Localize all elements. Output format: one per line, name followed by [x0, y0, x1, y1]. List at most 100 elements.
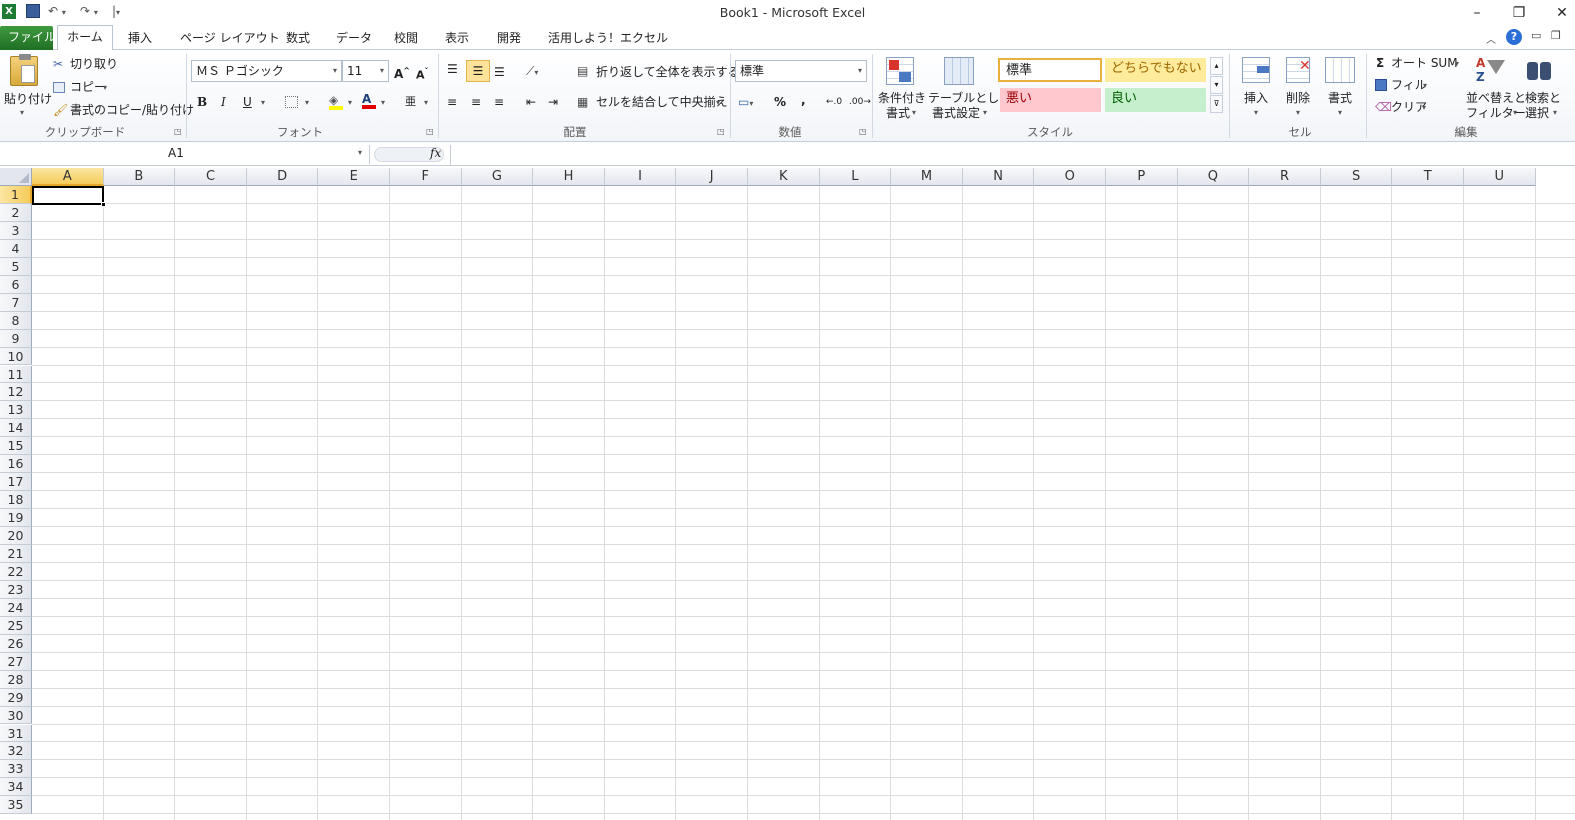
underline-button[interactable]: U	[243, 94, 252, 110]
find-select-button-line2[interactable]: 選択	[1525, 105, 1549, 121]
worksheet-grid[interactable]	[0, 168, 1575, 820]
autosum-button[interactable]: オート SUM	[1391, 55, 1458, 71]
row-header-5[interactable]: 5	[0, 257, 32, 276]
insert-cells-icon[interactable]	[1242, 57, 1270, 83]
conditional-format-button-line2[interactable]: 書式	[886, 105, 910, 121]
currency-icon[interactable]: ▭▾	[738, 94, 753, 112]
wrap-text-icon[interactable]: ▤	[577, 63, 588, 79]
row-header-26[interactable]: 26	[0, 634, 32, 653]
font-color-icon[interactable]: A	[362, 91, 376, 109]
font-launcher-icon[interactable]: ◳	[426, 127, 434, 136]
increase-indent-icon[interactable]: ⇥	[548, 94, 558, 110]
formula-input[interactable]	[450, 145, 1575, 165]
align-center-icon[interactable]: ≡	[471, 94, 481, 110]
row-header-11[interactable]: 11	[0, 365, 32, 384]
row-header-25[interactable]: 25	[0, 616, 32, 635]
tab-insert[interactable]: 挿入	[120, 27, 160, 50]
tab-data[interactable]: データ	[328, 27, 380, 50]
row-header-2[interactable]: 2	[0, 203, 32, 222]
workbook-minimize-icon[interactable]: ▭	[1531, 29, 1541, 42]
insert-cells-dropdown-icon[interactable]: ▾	[1254, 108, 1258, 117]
row-header-33[interactable]: 33	[0, 760, 32, 779]
column-header-l[interactable]: L	[819, 168, 892, 186]
find-select-dropdown-icon[interactable]: ▾	[1553, 108, 1557, 117]
percent-button[interactable]: %	[774, 94, 786, 110]
increase-decimal-icon[interactable]: ←.0	[826, 94, 842, 110]
row-header-32[interactable]: 32	[0, 742, 32, 761]
row-header-23[interactable]: 23	[0, 580, 32, 599]
fill-dropdown-icon[interactable]: ▾	[1423, 81, 1427, 90]
styles-more-icon[interactable]: ⊽	[1210, 95, 1223, 113]
row-header-1[interactable]: 1	[0, 186, 32, 204]
conditional-format-button[interactable]: 条件付き	[878, 90, 926, 106]
row-header-21[interactable]: 21	[0, 545, 32, 563]
style-neutral[interactable]: どちらでもない	[1105, 58, 1206, 82]
row-header-16[interactable]: 16	[0, 455, 32, 474]
wrap-text-button[interactable]: 折り返して全体を表示する	[596, 64, 740, 80]
fill-button[interactable]: フィル	[1391, 77, 1427, 93]
cut-button[interactable]: 切り取り	[70, 56, 118, 72]
row-header-31[interactable]: 31	[0, 724, 32, 743]
number-launcher-icon[interactable]: ◳	[859, 127, 867, 136]
column-header-g[interactable]: G	[461, 168, 534, 186]
fill-color-dropdown-icon[interactable]: ▾	[348, 98, 352, 107]
style-normal[interactable]: 標準	[998, 58, 1102, 82]
font-name-combo[interactable]: ＭＳ Ｐゴシック ▾	[191, 60, 342, 82]
column-header-k[interactable]: K	[748, 168, 820, 186]
paste-dropdown-icon[interactable]: ▾	[20, 108, 24, 117]
row-header-6[interactable]: 6	[0, 275, 32, 294]
styles-scroll-up-icon[interactable]: ▴	[1210, 57, 1223, 75]
delete-cells-dropdown-icon[interactable]: ▾	[1296, 108, 1300, 117]
column-header-a[interactable]: A	[32, 168, 104, 186]
format-as-table-button[interactable]: テーブルとして	[928, 90, 1011, 106]
merge-dropdown-icon[interactable]: ▾	[716, 98, 720, 107]
tab-view[interactable]: 表示	[437, 27, 477, 50]
italic-button[interactable]: I	[221, 94, 226, 110]
column-header-m[interactable]: M	[891, 168, 963, 186]
conditional-format-icon[interactable]	[886, 57, 914, 85]
decrease-decimal-icon[interactable]: .00→	[849, 94, 871, 110]
comma-button[interactable]: ,	[801, 92, 806, 108]
styles-scroll-down-icon[interactable]: ▾	[1210, 76, 1223, 94]
border-icon[interactable]	[285, 96, 298, 108]
number-format-combo[interactable]: 標準 ▾	[735, 60, 867, 82]
clear-icon[interactable]: ⌫	[1375, 99, 1392, 115]
font-color-dropdown-icon[interactable]: ▾	[381, 98, 385, 107]
column-header-u[interactable]: U	[1464, 168, 1536, 186]
ribbon-collapse-icon[interactable]: ︿	[1486, 31, 1496, 46]
column-header-i[interactable]: I	[604, 168, 677, 186]
column-header-t[interactable]: T	[1392, 168, 1464, 186]
decrease-indent-icon[interactable]: ⇤	[526, 94, 536, 110]
row-header-17[interactable]: 17	[0, 473, 32, 492]
align-bottom-icon[interactable]: ☰	[494, 64, 505, 80]
clipboard-launcher-icon[interactable]: ◳	[174, 127, 182, 136]
align-top-icon[interactable]: ☰	[447, 61, 458, 77]
align-left-icon[interactable]: ≡	[447, 94, 457, 110]
style-good[interactable]: 良い	[1105, 88, 1206, 112]
tab-page-layout[interactable]: ページ レイアウト	[172, 27, 288, 50]
column-header-q[interactable]: Q	[1177, 168, 1250, 186]
row-header-27[interactable]: 27	[0, 652, 32, 671]
row-header-30[interactable]: 30	[0, 706, 32, 725]
restore-button[interactable]: ❐	[1506, 2, 1532, 24]
autosum-dropdown-icon[interactable]: ▾	[1455, 59, 1459, 68]
column-header-b[interactable]: B	[103, 168, 176, 186]
row-header-15[interactable]: 15	[0, 437, 32, 456]
workbook-restore-icon[interactable]: ❐	[1551, 29, 1561, 42]
tab-excel-tips[interactable]: 活用しよう！エクセル	[540, 27, 676, 50]
row-header-14[interactable]: 14	[0, 419, 32, 438]
close-button[interactable]: ✕	[1549, 2, 1575, 24]
column-header-c[interactable]: C	[175, 168, 247, 186]
name-box[interactable]: A1 ▾	[0, 145, 370, 164]
format-as-table-icon[interactable]	[944, 57, 974, 85]
orientation-icon[interactable]: ⟋▾	[526, 63, 538, 81]
row-header-8[interactable]: 8	[0, 311, 32, 330]
row-header-24[interactable]: 24	[0, 598, 32, 617]
row-header-12[interactable]: 12	[0, 383, 32, 402]
row-header-28[interactable]: 28	[0, 670, 32, 689]
format-painter-button[interactable]: 書式のコピー/貼り付け	[70, 102, 194, 118]
copy-button[interactable]: コピー	[70, 79, 106, 95]
format-as-table-button-line2[interactable]: 書式設定	[932, 105, 980, 121]
copy-icon[interactable]	[53, 82, 65, 93]
column-header-r[interactable]: R	[1249, 168, 1321, 186]
